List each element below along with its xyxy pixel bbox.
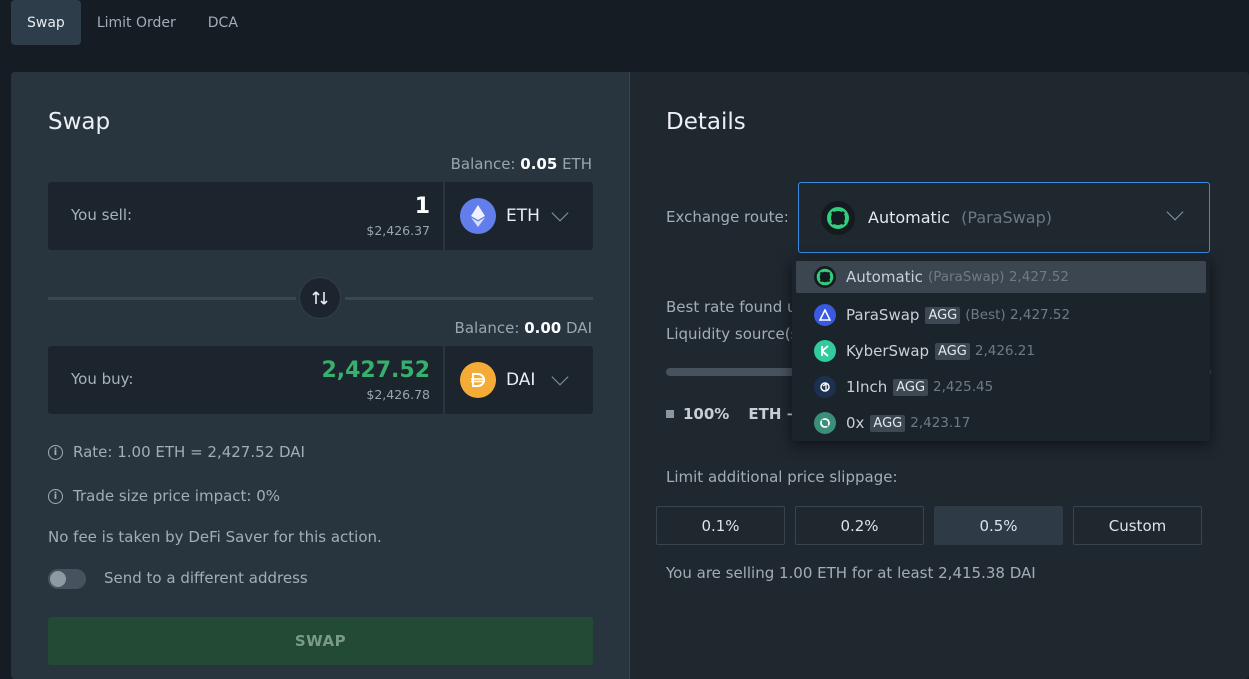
slippage-option-0-5[interactable]: 0.5% [934, 506, 1063, 545]
route-option-0x[interactable]: 0x AGG 2,423.17 [796, 405, 1206, 441]
route-option-paraswap[interactable]: ParaSwap AGG (Best) 2,427.52 [796, 297, 1206, 333]
paraswap-icon [814, 304, 836, 326]
tab-limit-order[interactable]: Limit Order [81, 0, 192, 45]
rate-text: Rate: 1.00 ETH = 2,427.52 DAI [73, 443, 305, 461]
route-option-1inch[interactable]: 1Inch AGG 2,425.45 [796, 369, 1206, 405]
route-option-tag: AGG [893, 378, 929, 396]
divider-left [48, 297, 296, 300]
impact-info: i Trade size price impact: 0% [48, 487, 280, 505]
oneinch-icon [814, 376, 836, 398]
route-option-sub: (ParaSwap) 2,427.52 [927, 269, 1069, 285]
buy-token-name: DAI [506, 370, 536, 390]
route-option-name: 1Inch [846, 378, 888, 396]
buy-balance-value: 0.00 [524, 319, 562, 337]
swap-summary: You are selling 1.00 ETH for at least 2,… [666, 564, 1036, 582]
buy-balance-token: DAI [566, 319, 592, 337]
slippage-option-custom[interactable]: Custom [1073, 506, 1202, 545]
send-to-address-label: Send to a different address [104, 569, 308, 587]
sell-amount-input[interactable]: 1 [415, 194, 430, 219]
route-option-name: ParaSwap [846, 306, 920, 324]
zerox-icon [814, 412, 836, 434]
impact-text: Trade size price impact: 0% [73, 487, 281, 505]
sell-token-selector[interactable]: ETH [445, 182, 593, 250]
sell-field: You sell: 1 $2,426.37 ETH [48, 182, 593, 250]
route-option-sub: (Best) 2,427.52 [965, 307, 1071, 323]
route-option-sub: 2,426.21 [974, 343, 1035, 359]
slippage-options: 0.1% 0.2% 0.5% Custom [656, 506, 1202, 545]
route-option-name: 0x [846, 414, 865, 432]
chevron-down-icon [551, 368, 569, 386]
slippage-option-0-2[interactable]: 0.2% [795, 506, 924, 545]
swap-heading: Swap [48, 109, 111, 135]
buy-balance-label: Balance: [454, 319, 520, 337]
buy-token-selector[interactable]: DAI [445, 346, 593, 414]
tab-swap[interactable]: Swap [11, 0, 81, 45]
sell-amount-area[interactable]: You sell: 1 $2,426.37 [48, 182, 445, 250]
divider-right [345, 297, 593, 300]
route-option-sub: 2,423.17 [910, 415, 971, 431]
sell-label: You sell: [71, 206, 133, 224]
swap-button[interactable]: SWAP [48, 617, 593, 665]
buy-balance: Balance: 0.00 DAI [455, 319, 592, 337]
route-option-name: KyberSwap [846, 342, 930, 360]
source-percent: 100% [683, 405, 730, 423]
info-icon: i [48, 488, 63, 504]
details-heading: Details [666, 109, 746, 135]
route-selected-sub: (ParaSwap) [961, 208, 1052, 227]
kyberswap-icon [814, 340, 836, 362]
info-icon: i [48, 444, 63, 460]
route-option-kyberswap[interactable]: KyberSwap AGG 2,426.21 [796, 333, 1206, 369]
buy-amount: 2,427.52 [321, 358, 430, 383]
sell-balance-value: 0.05 [520, 155, 558, 173]
route-option-tag: AGG [870, 414, 906, 432]
buy-label: You buy: [71, 370, 134, 388]
route-selected-text: Automatic (ParaSwap) [868, 208, 1052, 227]
sell-token-name: ETH [506, 206, 540, 226]
ethereum-icon [460, 198, 496, 234]
swap-panel: Swap Balance: 0.05 ETH You sell: 1 $2,42… [11, 72, 630, 679]
top-tabs: Swap Limit Order DCA [11, 0, 254, 45]
route-selected-name: Automatic [868, 208, 951, 227]
sell-usd-value: $2,426.37 [366, 223, 430, 238]
route-option-name: Automatic [846, 268, 923, 286]
dai-icon [460, 362, 496, 398]
route-option-tag: AGG [935, 342, 970, 360]
legend-square [666, 410, 674, 418]
exchange-route-label: Exchange route: [666, 208, 789, 226]
exchange-route-dropdown: Automatic (ParaSwap) 2,427.52 ParaSwap A… [792, 257, 1210, 441]
route-option-automatic[interactable]: Automatic (ParaSwap) 2,427.52 [796, 261, 1206, 293]
toggle-knob [50, 571, 66, 587]
tab-dca[interactable]: DCA [192, 0, 254, 45]
sell-balance-label: Balance: [450, 155, 516, 173]
swap-arrows-icon [312, 291, 328, 305]
slippage-option-0-1[interactable]: 0.1% [656, 506, 785, 545]
buy-usd-value: $2,426.78 [366, 387, 430, 402]
liquidity-source-row: 100% ETH → [666, 405, 799, 423]
send-to-address-toggle[interactable] [48, 569, 86, 589]
slippage-label: Limit additional price slippage: [666, 468, 898, 486]
exchange-route-select[interactable]: Automatic (ParaSwap) [798, 182, 1210, 253]
sell-balance: Balance: 0.05 ETH [451, 155, 592, 173]
rate-info: i Rate: 1.00 ETH = 2,427.52 DAI [48, 443, 305, 461]
switch-direction-button[interactable] [299, 277, 341, 319]
automatic-icon [814, 266, 836, 288]
automatic-icon [821, 200, 855, 235]
fee-note: No fee is taken by DeFi Saver for this a… [48, 528, 382, 546]
route-option-sub: 2,425.45 [933, 379, 994, 395]
buy-amount-area: You buy: 2,427.52 $2,426.78 [48, 346, 445, 414]
route-option-tag: AGG [925, 306, 961, 324]
chevron-down-icon [1166, 203, 1184, 221]
liquidity-label: Liquidity source(s [666, 325, 799, 343]
chevron-down-icon [551, 204, 569, 222]
best-rate-text: Best rate found us [666, 298, 805, 316]
buy-field: You buy: 2,427.52 $2,426.78 DAI [48, 346, 593, 414]
sell-balance-token: ETH [562, 155, 592, 173]
